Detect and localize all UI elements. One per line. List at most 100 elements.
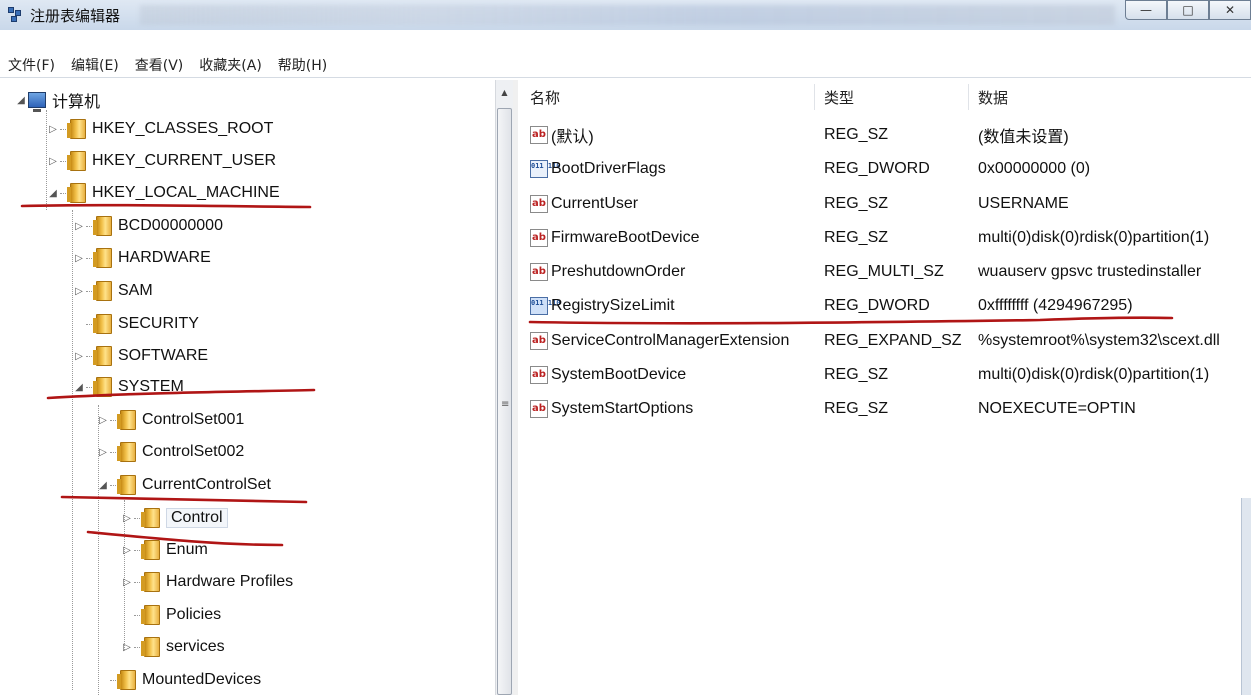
value-data: %systemroot%\system32\scext.dll <box>978 332 1220 349</box>
tree-scrollbar[interactable]: ▲ ≡ <box>495 80 513 695</box>
value-row[interactable]: 011 110 BootDriverFlags REG_DWORD 0x00000… <box>518 152 1251 186</box>
folder-icon <box>117 442 136 462</box>
registry-tree[interactable]: ◢ 计算机 ▷ HKEY_CLASSES_ROOT ▷ HKEY_CURRENT… <box>0 80 495 695</box>
tree-node-services[interactable]: ▷ services <box>120 633 225 661</box>
minimize-button[interactable]: — <box>1125 0 1167 20</box>
column-header-name[interactable]: 名称 <box>530 80 560 114</box>
expand-arrow-icon[interactable]: ▷ <box>72 253 86 264</box>
scrollbar-thumb[interactable]: ≡ <box>497 108 512 695</box>
folder-icon <box>117 410 136 430</box>
string-value-icon: ab <box>530 195 548 213</box>
menu-edit[interactable]: 编辑(E) <box>71 55 119 75</box>
tree-node-label: MountedDevices <box>142 671 262 688</box>
tree-node-system[interactable]: ◢ SYSTEM <box>72 373 184 401</box>
menu-help[interactable]: 帮助(H) <box>278 55 327 75</box>
expand-arrow-icon[interactable]: ▷ <box>72 351 86 362</box>
value-type: REG_DWORD <box>824 297 930 314</box>
tree-node-label: SECURITY <box>118 315 199 332</box>
folder-icon <box>141 637 160 657</box>
collapse-arrow-icon[interactable]: ◢ <box>72 382 86 393</box>
menu-file[interactable]: 文件(F) <box>8 55 55 75</box>
expand-arrow-icon[interactable]: ▷ <box>120 513 134 524</box>
expand-arrow-icon[interactable]: ▷ <box>120 642 134 653</box>
collapse-arrow-icon[interactable]: ◢ <box>96 480 110 491</box>
folder-icon <box>141 605 160 625</box>
scroll-up-arrow-icon[interactable]: ▲ <box>496 84 513 101</box>
folder-icon <box>117 475 136 495</box>
value-type: REG_SZ <box>824 229 889 246</box>
value-row[interactable]: ab SystemStartOptions REG_SZ NOEXECUTE=OP… <box>518 392 1251 426</box>
window-controls: — □ ✕ <box>1125 0 1251 22</box>
tree-node-label-selected: Control <box>166 508 228 528</box>
tree-node-label: Hardware Profiles <box>166 573 294 590</box>
value-row[interactable]: ab PreshutdownOrder REG_MULTI_SZ wuauserv… <box>518 255 1251 289</box>
value-name: CurrentUser <box>551 195 639 212</box>
tree-node-enum[interactable]: ▷ Enum <box>120 536 208 564</box>
column-divider[interactable] <box>814 84 815 110</box>
values-list[interactable]: 名称 类型 数据 ab (默认) REG_SZ (数值未设置) 011 110 Bo… <box>518 80 1251 695</box>
tree-node-sam[interactable]: ▷ SAM <box>72 277 153 305</box>
folder-icon <box>117 670 136 690</box>
tree-node-hardware[interactable]: ▷ HARDWARE <box>72 244 211 272</box>
string-value-icon: ab <box>530 400 548 418</box>
tree-node-currentcontrolset[interactable]: ◢ CurrentControlSet <box>96 471 271 499</box>
tree-node-controlset002[interactable]: ▷ ControlSet002 <box>96 438 244 466</box>
title-spacer <box>0 30 1251 52</box>
folder-icon <box>93 248 112 268</box>
grip-icon: ≡ <box>501 399 510 410</box>
value-row-registry-size-limit[interactable]: 011 110 RegistrySizeLimit REG_DWORD 0xfff… <box>518 289 1251 323</box>
menu-favorites[interactable]: 收藏夹(A) <box>199 55 262 75</box>
expand-arrow-icon[interactable]: ▷ <box>96 447 110 458</box>
tree-node-label: ControlSet002 <box>142 443 245 460</box>
column-header-type[interactable]: 类型 <box>824 80 854 114</box>
tree-node-security[interactable]: SECURITY <box>72 310 199 338</box>
tree-node-label: HKEY_CLASSES_ROOT <box>92 120 274 137</box>
value-row[interactable]: ab ServiceControlManagerExtension REG_EXP… <box>518 324 1251 358</box>
expand-arrow-icon[interactable]: ▷ <box>46 124 60 135</box>
collapse-arrow-icon[interactable]: ◢ <box>14 95 28 106</box>
tree-node-hkey-local-machine[interactable]: ◢ HKEY_LOCAL_MACHINE <box>46 179 280 207</box>
value-name: PreshutdownOrder <box>551 263 686 280</box>
tree-node-label: CurrentControlSet <box>142 476 271 493</box>
value-row[interactable]: ab SystemBootDevice REG_SZ multi(0)disk(0… <box>518 358 1251 392</box>
expand-arrow-icon[interactable]: ▷ <box>46 156 60 167</box>
tree-node-label: services <box>166 638 225 655</box>
tree-root-computer[interactable]: ◢ 计算机 <box>14 86 100 114</box>
column-divider[interactable] <box>968 84 969 110</box>
tree-node-hkey-classes-root[interactable]: ▷ HKEY_CLASSES_ROOT <box>46 115 273 143</box>
tree-node-software[interactable]: ▷ SOFTWARE <box>72 342 208 370</box>
value-name: FirmwareBootDevice <box>551 229 700 246</box>
expand-arrow-icon[interactable]: ▷ <box>96 415 110 426</box>
tree-node-policies[interactable]: Policies <box>120 601 221 629</box>
value-row[interactable]: ab (默认) REG_SZ (数值未设置) <box>518 118 1251 152</box>
folder-icon <box>93 216 112 236</box>
tree-node-label: HKEY_CURRENT_USER <box>92 152 277 169</box>
menu-view[interactable]: 查看(V) <box>135 55 184 75</box>
collapse-arrow-icon[interactable]: ◢ <box>46 188 60 199</box>
tree-node-label: SOFTWARE <box>118 347 209 364</box>
value-name: SystemBootDevice <box>551 366 687 383</box>
tree-node-control[interactable]: ▷ Control <box>120 504 228 532</box>
expand-arrow-icon[interactable]: ▷ <box>72 221 86 232</box>
tree-node-hkey-current-user[interactable]: ▷ HKEY_CURRENT_USER <box>46 147 276 175</box>
value-row[interactable]: ab FirmwareBootDevice REG_SZ multi(0)disk… <box>518 221 1251 255</box>
tree-node-hardware-profiles[interactable]: ▷ Hardware Profiles <box>120 568 293 596</box>
tree-node-mounteddevices[interactable]: MountedDevices <box>96 666 261 694</box>
expand-arrow-icon[interactable]: ▷ <box>72 286 86 297</box>
title-bar: 注册表编辑器 — □ ✕ <box>0 0 1251 30</box>
value-type: REG_SZ <box>824 126 889 143</box>
tree-node-bcd[interactable]: ▷ BCD00000000 <box>72 212 223 240</box>
close-button[interactable]: ✕ <box>1209 0 1251 20</box>
value-data: multi(0)disk(0)rdisk(0)partition(1) <box>978 229 1210 246</box>
folder-icon <box>67 119 86 139</box>
value-name: RegistrySizeLimit <box>551 297 675 314</box>
expand-arrow-icon[interactable]: ▷ <box>120 577 134 588</box>
tree-node-controlset001[interactable]: ▷ ControlSet001 <box>96 406 244 434</box>
value-row[interactable]: ab CurrentUser REG_SZ USERNAME <box>518 187 1251 221</box>
column-header-data[interactable]: 数据 <box>978 80 1008 114</box>
tree-node-label: 计算机 <box>52 94 101 111</box>
binary-value-icon: 011 110 <box>530 160 561 178</box>
folder-icon <box>93 281 112 301</box>
maximize-button[interactable]: □ <box>1167 0 1209 20</box>
expand-arrow-icon[interactable]: ▷ <box>120 545 134 556</box>
